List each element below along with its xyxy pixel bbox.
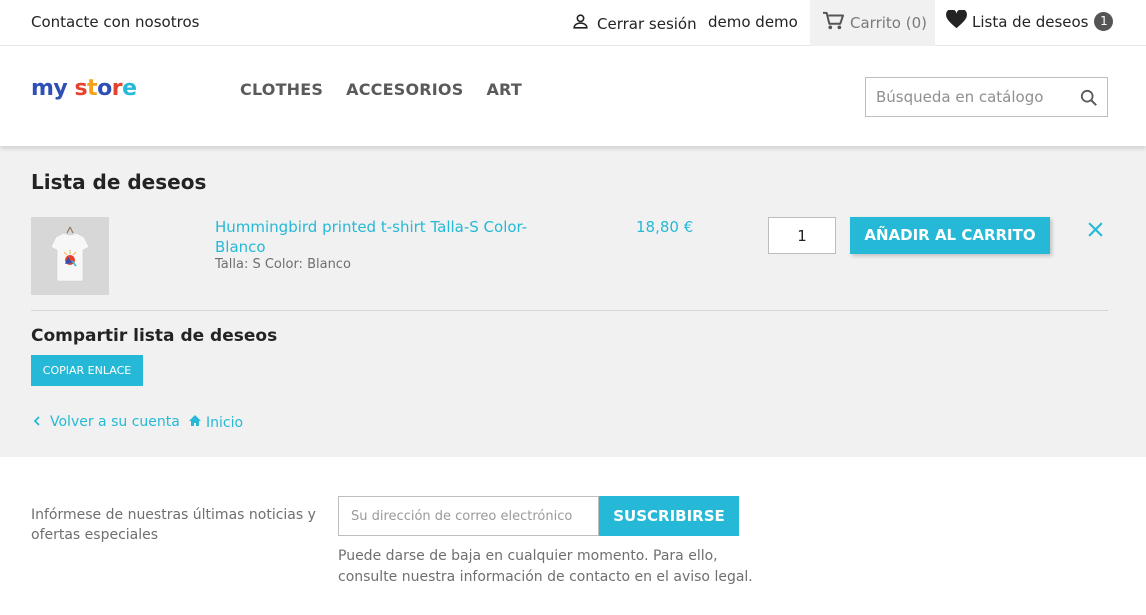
logout-label: Cerrar sesión bbox=[597, 14, 697, 33]
top-bar: Contacte con nosotros Cerrar sesión demo… bbox=[0, 0, 1146, 46]
quantity-input[interactable] bbox=[768, 217, 836, 254]
page-title: Lista de deseos bbox=[31, 170, 207, 194]
divider bbox=[31, 310, 1108, 311]
product-attributes: Talla: S Color: Blanco bbox=[215, 257, 351, 272]
home-label: Inicio bbox=[206, 414, 244, 431]
site-header: my store CLOTHES ACCESORIOS ART bbox=[0, 46, 1146, 146]
wishlist-count-badge: 1 bbox=[1094, 12, 1114, 31]
nav-item-clothes[interactable]: CLOTHES bbox=[240, 80, 323, 99]
search-input[interactable] bbox=[876, 86, 1066, 108]
newsletter-text: Infórmese de nuestras últimas noticias y… bbox=[31, 507, 316, 543]
logo-word-store: store bbox=[74, 76, 137, 101]
search-box bbox=[865, 77, 1108, 117]
wishlist-panel: Lista de deseos Hummingbird printed t-sh… bbox=[0, 146, 1146, 457]
product-thumbnail[interactable] bbox=[31, 217, 109, 295]
cart-label: Carrito (0) bbox=[850, 14, 927, 32]
close-icon[interactable] bbox=[1087, 221, 1104, 242]
nav-item-accesorios[interactable]: ACCESORIOS bbox=[346, 80, 463, 99]
copy-link-button[interactable]: COPIAR ENLACE bbox=[31, 355, 143, 386]
main-nav: CLOTHES ACCESORIOS ART bbox=[240, 80, 522, 99]
chevron-left-icon bbox=[33, 414, 41, 430]
user-icon bbox=[571, 12, 597, 35]
back-label: Volver a su cuenta bbox=[50, 414, 180, 430]
account-username-link[interactable]: demo demo bbox=[708, 13, 798, 31]
cart-icon bbox=[822, 11, 850, 35]
heart-icon bbox=[946, 9, 972, 33]
cart-link[interactable]: Carrito (0) bbox=[810, 0, 935, 46]
wishlist-link[interactable]: Lista de deseos 1 bbox=[946, 9, 1114, 33]
store-logo[interactable]: my store bbox=[31, 76, 137, 101]
add-to-cart-button[interactable]: AÑADIR AL CARRITO bbox=[850, 217, 1050, 254]
nav-item-art[interactable]: ART bbox=[486, 80, 522, 99]
home-icon bbox=[188, 414, 206, 431]
product-price: 18,80 € bbox=[636, 218, 694, 236]
product-name-link[interactable]: Hummingbird printed t-shirt Talla-S Colo… bbox=[215, 217, 545, 257]
home-link[interactable]: Inicio bbox=[188, 414, 243, 431]
newsletter-email-input[interactable] bbox=[338, 496, 599, 536]
back-to-account-link[interactable]: Volver a su cuenta bbox=[33, 414, 180, 430]
newsletter-note: Puede darse de baja en cualquier momento… bbox=[338, 548, 753, 585]
subscribe-button[interactable]: SUSCRIBIRSE bbox=[599, 496, 739, 536]
logo-word-my: my bbox=[31, 76, 68, 101]
search-icon[interactable] bbox=[1080, 89, 1098, 111]
logout-link[interactable]: Cerrar sesión bbox=[571, 12, 697, 35]
contact-link[interactable]: Contacte con nosotros bbox=[31, 13, 199, 31]
wishlist-label: Lista de deseos bbox=[972, 12, 1089, 31]
share-title: Compartir lista de deseos bbox=[31, 326, 278, 346]
